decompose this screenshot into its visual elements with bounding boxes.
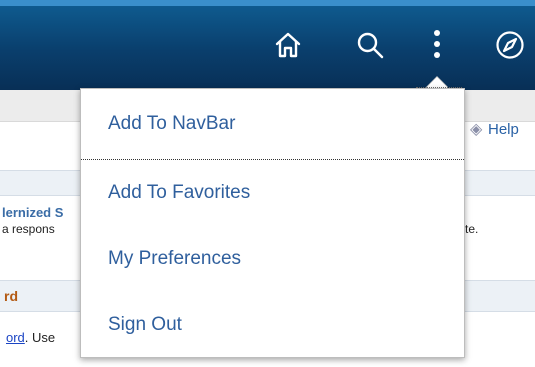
link-line: ord. Use	[6, 330, 55, 345]
topbar-highlight-strip	[0, 0, 535, 6]
menu-pointer-focus-outline	[416, 87, 462, 89]
top-navigation-bar	[0, 0, 535, 90]
actions-dropdown-menu: Add To NavBar Add To Favorites My Prefer…	[80, 88, 465, 358]
menu-item-label: Add To Favorites	[108, 182, 251, 203]
section-description-tail: te.	[465, 222, 479, 236]
menu-item-sign-out[interactable]: Sign Out	[81, 292, 464, 358]
orange-section-heading: rd	[4, 288, 18, 304]
help-icon: ◈	[470, 120, 483, 138]
menu-item-my-preferences[interactable]: My Preferences	[81, 226, 464, 292]
menu-item-add-to-favorites[interactable]: Add To Favorites	[81, 160, 464, 226]
section-title: lernized S	[2, 205, 64, 220]
more-vertical-icon[interactable]	[419, 27, 455, 63]
link-suffix-text: . Use	[24, 330, 56, 345]
search-icon[interactable]	[352, 27, 388, 63]
menu-item-label: My Preferences	[108, 248, 242, 269]
home-icon[interactable]	[270, 27, 306, 63]
menu-item-add-to-navbar[interactable]: Add To NavBar	[81, 89, 464, 160]
inline-link[interactable]: ord	[6, 330, 25, 345]
compass-icon[interactable]	[492, 27, 528, 63]
section-description: a respons	[2, 222, 55, 236]
menu-item-label: Sign Out	[108, 314, 182, 335]
help-label: Help	[488, 121, 519, 138]
help-link[interactable]: ◈ Help	[470, 121, 519, 138]
menu-item-label: Add To NavBar	[108, 113, 236, 134]
